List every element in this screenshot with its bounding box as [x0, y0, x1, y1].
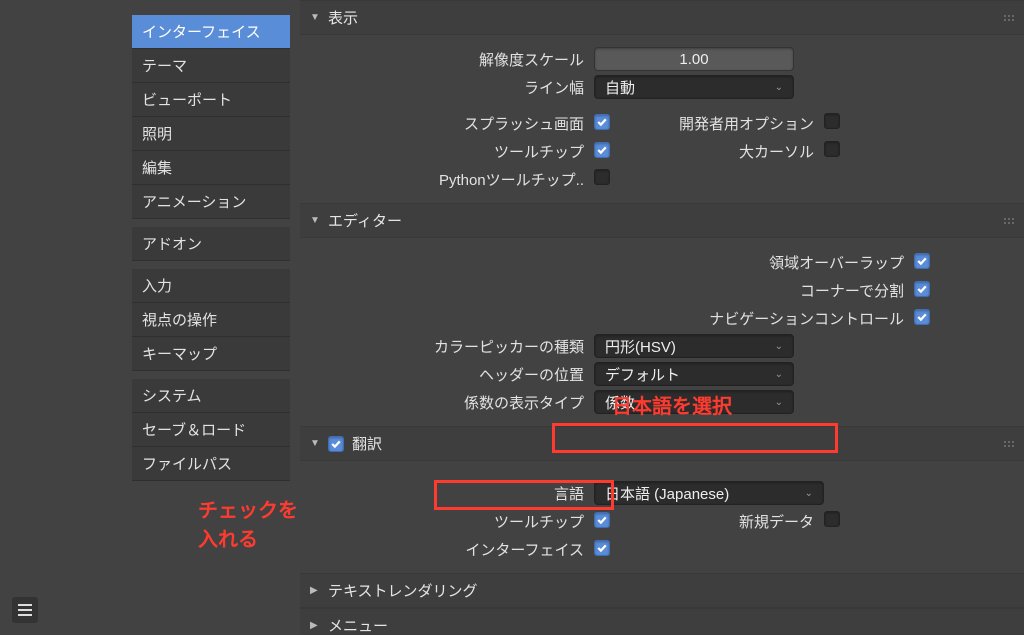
line-width-select[interactable]: 自動 ⌄	[594, 75, 794, 99]
color-picker-value: 円形(HSV)	[605, 336, 676, 357]
section-title: メニュー	[328, 615, 388, 635]
section-title: 翻訳	[352, 433, 382, 454]
sidebar-item[interactable]: 照明	[132, 117, 290, 151]
preferences-tabs: インターフェイステーマビューポート照明編集アニメーションアドオン入力視点の操作キ…	[132, 15, 290, 481]
app-root: インターフェイステーマビューポート照明編集アニメーションアドオン入力視点の操作キ…	[0, 0, 1024, 635]
drag-grip-icon	[1004, 15, 1014, 21]
sidebar-item[interactable]: ファイルパス	[132, 447, 290, 481]
section-header-editor[interactable]: ▼ エディター	[300, 203, 1024, 238]
section-title: エディター	[328, 210, 402, 231]
label-python-tooltips: Pythonツールチップ..	[300, 169, 594, 190]
tooltips-checkbox[interactable]	[594, 142, 610, 158]
sidebar-item[interactable]: ビューポート	[132, 83, 290, 117]
label-dev-extras: 開発者用オプション	[624, 113, 824, 134]
disclosure-triangle-icon: ▶	[310, 585, 320, 596]
section-header-translation[interactable]: ▼ 翻訳	[300, 426, 1024, 461]
splash-checkbox[interactable]	[594, 114, 610, 130]
label-trans-interface: インターフェイス	[300, 539, 594, 560]
label-header-pos: ヘッダーの位置	[300, 364, 594, 385]
region-overlap-checkbox[interactable]	[914, 253, 930, 269]
factor-disp-value: 係数	[605, 392, 635, 413]
hamburger-line-icon	[18, 604, 32, 606]
sidebar-item[interactable]: システム	[132, 379, 290, 413]
chevron-down-icon: ⌄	[775, 82, 783, 93]
section-header-menu[interactable]: ▶ メニュー	[300, 608, 1024, 635]
dev-extras-checkbox[interactable]	[824, 113, 840, 129]
sidebar-item[interactable]: キーマップ	[132, 337, 290, 371]
sidebar-item[interactable]: セーブ＆ロード	[132, 413, 290, 447]
disclosure-triangle-icon: ▼	[310, 12, 320, 23]
sidebar-column: インターフェイステーマビューポート照明編集アニメーションアドオン入力視点の操作キ…	[0, 0, 300, 635]
language-select[interactable]: 日本語 (Japanese) ⌄	[594, 481, 824, 505]
trans-interface-checkbox[interactable]	[594, 540, 610, 556]
label-nav-controls: ナビゲーションコントロール	[424, 308, 914, 329]
disclosure-triangle-icon: ▶	[310, 620, 320, 631]
chevron-down-icon: ⌄	[775, 397, 783, 408]
corner-split-checkbox[interactable]	[914, 281, 930, 297]
trans-tooltips-checkbox[interactable]	[594, 512, 610, 528]
sidebar-item[interactable]: インターフェイス	[132, 15, 290, 49]
chevron-down-icon: ⌄	[805, 488, 813, 499]
sidebar-item[interactable]: アニメーション	[132, 185, 290, 219]
drag-grip-icon	[1004, 441, 1014, 447]
sidebar-item[interactable]: 視点の操作	[132, 303, 290, 337]
label-corner-split: コーナーで分割	[424, 280, 914, 301]
color-picker-select[interactable]: 円形(HSV) ⌄	[594, 334, 794, 358]
label-factor-disp: 係数の表示タイプ	[300, 392, 594, 413]
label-language: 言語	[300, 483, 594, 504]
label-line-width: ライン幅	[300, 77, 594, 98]
line-width-value: 自動	[605, 77, 635, 98]
header-pos-value: デフォルト	[605, 364, 680, 385]
header-pos-select[interactable]: デフォルト ⌄	[594, 362, 794, 386]
sidebar-item[interactable]: 入力	[132, 269, 290, 303]
python-tooltips-checkbox[interactable]	[594, 169, 610, 185]
label-tooltips: ツールチップ	[300, 141, 594, 162]
chevron-down-icon: ⌄	[775, 341, 783, 352]
sidebar-item[interactable]: 編集	[132, 151, 290, 185]
sidebar-item[interactable]: アドオン	[132, 227, 290, 261]
nav-controls-checkbox[interactable]	[914, 309, 930, 325]
hamburger-line-icon	[18, 609, 32, 611]
drag-grip-icon	[1004, 218, 1014, 224]
language-value: 日本語 (Japanese)	[605, 483, 729, 504]
section-body-editor: 領域オーバーラップ コーナーで分割 ナビゲーションコントロール カラーピッカーの…	[300, 238, 1024, 426]
large-cursor-checkbox[interactable]	[824, 141, 840, 157]
label-trans-tooltips: ツールチップ	[300, 511, 594, 532]
hamburger-line-icon	[18, 614, 32, 616]
section-header-display[interactable]: ▼ 表示	[300, 0, 1024, 35]
sidebar-item[interactable]: テーマ	[132, 49, 290, 83]
newdata-checkbox[interactable]	[824, 511, 840, 527]
label-newdata: 新規データ	[624, 511, 824, 532]
annotation-check-on: チェックを入れる	[198, 494, 300, 552]
section-body-translation: 言語 日本語 (Japanese) ⌄ ツールチップ 新規データ インターフェイス	[300, 461, 1024, 573]
main-panel: ▼ 表示 解像度スケール 1.00 ライン幅 自動 ⌄ スプラッシュ画面 開発者用…	[300, 0, 1024, 635]
label-color-picker: カラーピッカーの種類	[300, 336, 594, 357]
resolution-scale-value: 1.00	[679, 51, 708, 68]
section-title: テキストレンダリング	[328, 580, 478, 601]
label-resolution-scale: 解像度スケール	[300, 49, 594, 70]
chevron-down-icon: ⌄	[775, 369, 783, 380]
disclosure-triangle-icon: ▼	[310, 215, 320, 226]
resolution-scale-field[interactable]: 1.00	[594, 47, 794, 71]
disclosure-triangle-icon: ▼	[310, 438, 320, 449]
label-region-overlap: 領域オーバーラップ	[424, 252, 914, 273]
factor-disp-select[interactable]: 係数 ⌄	[594, 390, 794, 414]
label-splash: スプラッシュ画面	[300, 113, 594, 134]
label-large-cursor: 大カーソル	[624, 141, 824, 162]
translation-enable-checkbox[interactable]	[328, 436, 344, 452]
section-header-textrender[interactable]: ▶ テキストレンダリング	[300, 573, 1024, 608]
section-title: 表示	[328, 7, 358, 28]
section-body-display: 解像度スケール 1.00 ライン幅 自動 ⌄ スプラッシュ画面 開発者用オプション…	[300, 35, 1024, 203]
hamburger-menu-button[interactable]	[12, 597, 38, 623]
